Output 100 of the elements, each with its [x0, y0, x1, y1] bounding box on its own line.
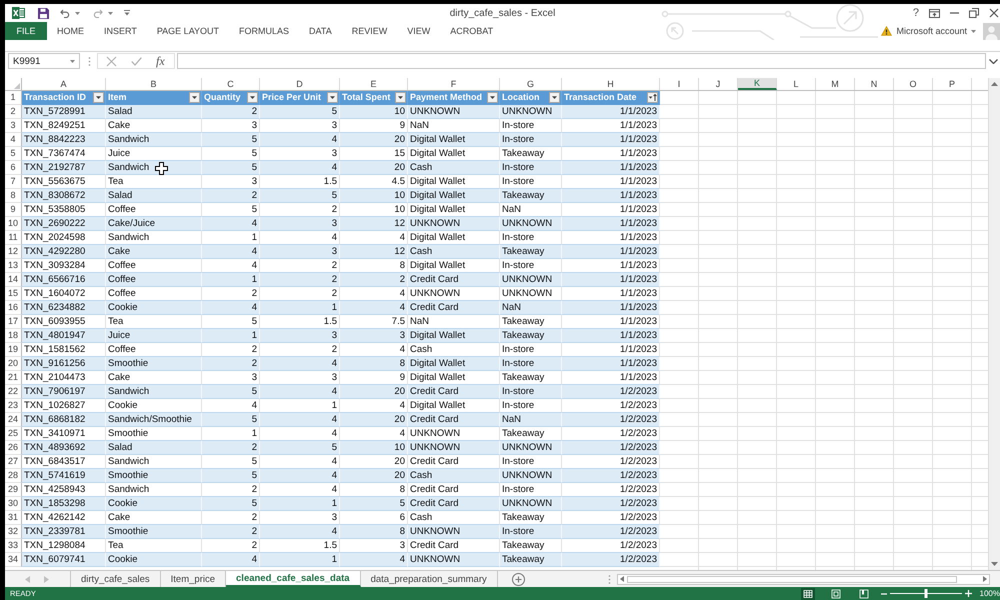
ribbon-tab[interactable]: VIEW — [397, 22, 440, 40]
table-cell: In-store — [500, 161, 562, 175]
check-icon[interactable] — [131, 56, 142, 66]
close-icon[interactable] — [989, 8, 999, 18]
caret-icon[interactable] — [70, 60, 75, 62]
column-header: Total Spent — [342, 91, 392, 104]
horizontal-scrollbar[interactable] — [617, 574, 990, 584]
table-cell: Digital Wallet — [408, 329, 500, 343]
table-cell: 1/1/2023 — [562, 301, 660, 315]
table-cell: Cash — [408, 245, 500, 259]
ribbon-tab[interactable]: INSERT — [94, 22, 147, 40]
chevron-down-icon[interactable] — [989, 58, 998, 64]
vertical-scrollbar[interactable] — [988, 78, 1000, 570]
slider-thumb[interactable] — [924, 589, 928, 598]
caret-icon[interactable] — [971, 30, 976, 32]
filter-dropdown-icon[interactable] — [327, 92, 338, 103]
plus-icon[interactable] — [964, 590, 972, 597]
row-number[interactable]: 7 — [5, 175, 22, 189]
row-number[interactable]: 29 — [5, 483, 22, 497]
down-arrow-icon[interactable] — [991, 562, 998, 566]
table-cell: In-store — [500, 357, 562, 371]
table-cell: Takeaway — [500, 245, 562, 259]
table-cell: TXN_4292280 — [22, 245, 106, 259]
row-number[interactable]: 11 — [5, 231, 22, 245]
sheet-tab[interactable]: cleaned_cafe_sales_data — [226, 571, 361, 587]
filter-dropdown-icon[interactable] — [549, 92, 560, 103]
row-number[interactable]: 21 — [5, 371, 22, 385]
table-cell: NaN — [500, 413, 562, 427]
ribbon-tab[interactable]: HOME — [47, 22, 94, 40]
file-tab[interactable]: FILE — [5, 22, 47, 40]
right-arrow-icon[interactable] — [983, 576, 987, 582]
table-cell: TXN_4893692 — [22, 441, 106, 455]
column-letter[interactable]: K — [738, 78, 777, 90]
customize-menu-icon[interactable] — [124, 10, 130, 16]
filter-dropdown-icon[interactable] — [247, 92, 258, 103]
table-cell: Credit Card — [408, 413, 500, 427]
caret-icon[interactable] — [108, 12, 113, 14]
table-cell: TXN_6234882 — [22, 301, 106, 315]
table-cell: UNKNOWN — [408, 441, 500, 455]
table-cell: 5 — [202, 469, 260, 483]
filter-dropdown-icon[interactable] — [487, 92, 498, 103]
account-name[interactable]: Microsoft account — [896, 26, 967, 36]
scrollbar-thumb[interactable] — [627, 576, 957, 582]
left-arrow-icon[interactable] — [620, 576, 624, 582]
filter-dropdown-icon[interactable] — [395, 92, 406, 103]
restore-icon[interactable] — [969, 8, 979, 18]
redo-icon[interactable] — [93, 8, 103, 18]
undo-icon[interactable] — [60, 8, 70, 18]
normal-view-icon[interactable] — [800, 588, 815, 600]
table-cell: 3 — [260, 217, 340, 231]
up-arrow-icon[interactable] — [991, 82, 998, 86]
row-number[interactable]: 19 — [5, 343, 22, 357]
row-number[interactable]: 5 — [5, 147, 22, 161]
row-number[interactable]: 33 — [5, 539, 22, 553]
filter-dropdown-icon[interactable] — [189, 92, 200, 103]
grip-icon[interactable] — [608, 574, 611, 584]
row-number[interactable]: 17 — [5, 315, 22, 329]
ribbon-tab[interactable]: REVIEW — [342, 22, 398, 40]
table-cell: 1/2/2023 — [562, 469, 660, 483]
plus-circle-icon[interactable] — [512, 572, 525, 586]
ribbon-tab[interactable]: DATA — [299, 22, 342, 40]
table-cell: UNKNOWN — [500, 497, 562, 511]
row-number[interactable]: 9 — [5, 203, 22, 217]
table-cell: 1/1/2023 — [562, 217, 660, 231]
formula-input[interactable] — [177, 53, 986, 69]
table-cell: TXN_6868182 — [22, 413, 106, 427]
ribbon-tab[interactable]: ACROBAT — [440, 22, 504, 40]
save-icon[interactable] — [38, 8, 49, 18]
insert-function-button[interactable]: fx — [156, 54, 165, 68]
table-cell: 4 — [260, 469, 340, 483]
table-cell: 1 — [260, 553, 340, 567]
ribbon-options-icon[interactable] — [929, 8, 940, 18]
ribbon-tab[interactable]: FORMULAS — [229, 22, 300, 40]
table-cell: In-store — [500, 133, 562, 147]
table-cell: 2 — [202, 525, 260, 539]
row-number[interactable]: 15 — [5, 287, 22, 301]
table-cell: 5 — [202, 385, 260, 399]
row-number[interactable]: 13 — [5, 259, 22, 273]
row-number[interactable]: 27 — [5, 455, 22, 469]
ribbon-tab[interactable]: PAGE LAYOUT — [146, 22, 230, 40]
row-number[interactable]: 25 — [5, 427, 22, 441]
name-box[interactable]: K9991 — [8, 53, 80, 69]
row-number[interactable]: 3 — [5, 119, 22, 133]
row-number[interactable]: 23 — [5, 399, 22, 413]
table-cell: 4 — [202, 217, 260, 231]
table-cell: Cookie — [106, 301, 202, 315]
filter-dropdown-icon[interactable] — [93, 92, 104, 103]
page-break-icon[interactable] — [856, 588, 871, 600]
minus-icon[interactable] — [880, 592, 887, 594]
table-cell: TXN_9161256 — [22, 357, 106, 371]
help-button[interactable]: ? — [912, 7, 919, 19]
table-cell: 3 — [340, 329, 408, 343]
row-number[interactable]: 31 — [5, 511, 22, 525]
grip-icon[interactable] — [88, 56, 91, 66]
sort-filter-icon[interactable] — [647, 92, 658, 103]
zoom-level[interactable]: 100% — [980, 589, 1000, 598]
caret-icon[interactable] — [75, 12, 80, 14]
minimize-icon[interactable] — [950, 12, 959, 14]
page-layout-icon[interactable] — [828, 588, 843, 600]
table-cell: TXN_5741619 — [22, 469, 106, 483]
